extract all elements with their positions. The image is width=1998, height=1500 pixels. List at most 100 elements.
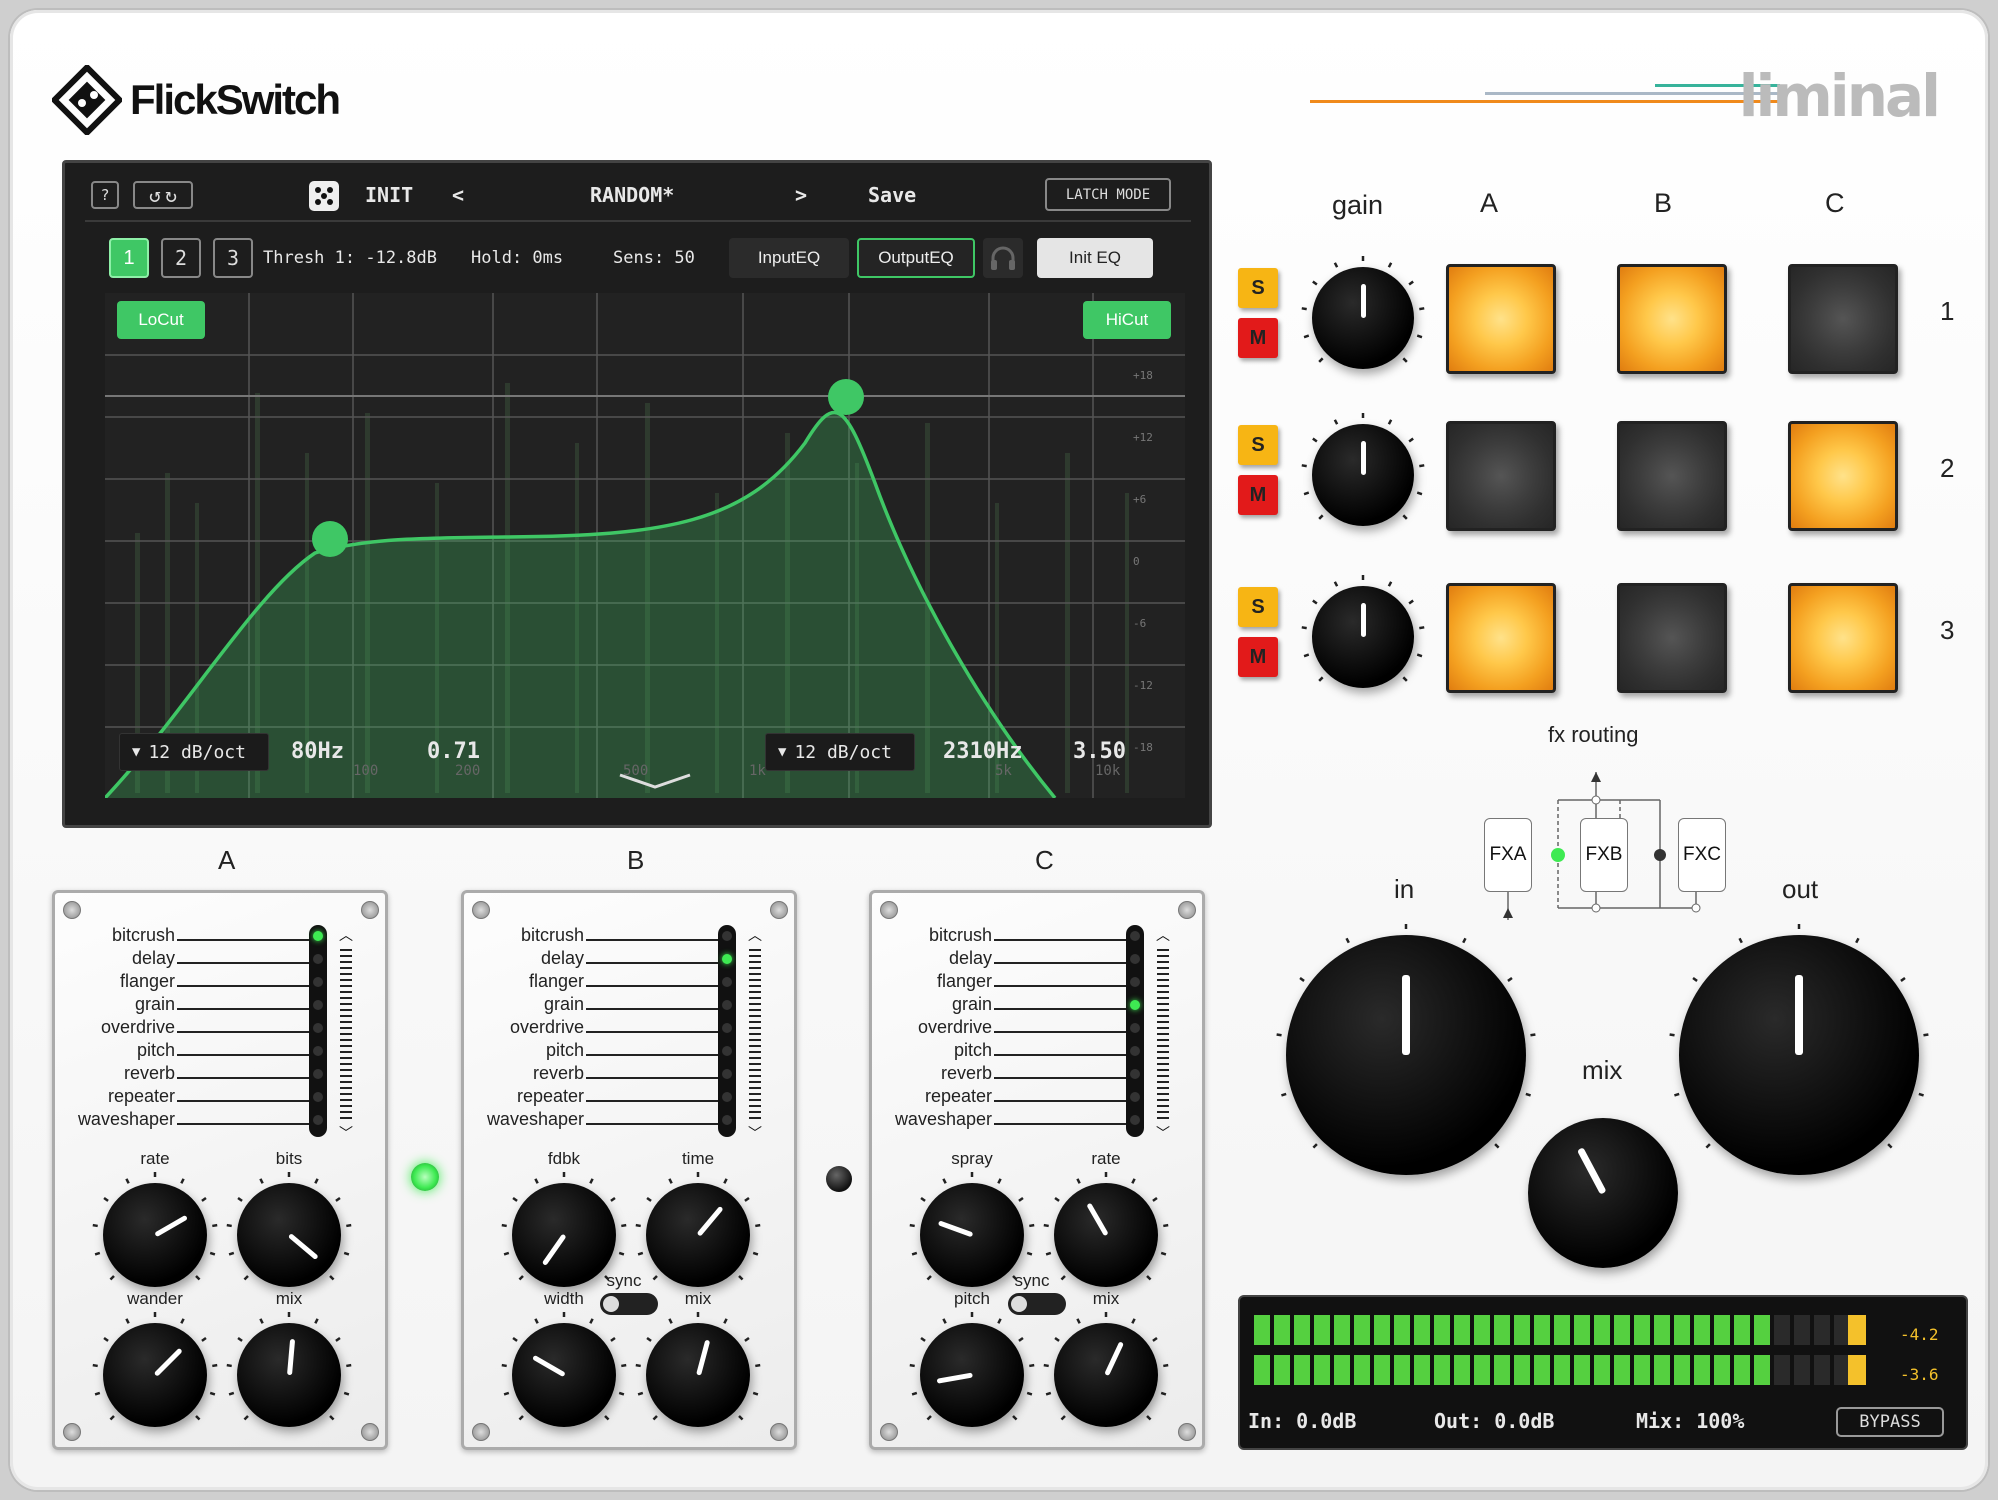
solo-button[interactable]: S (1238, 587, 1278, 627)
latch-mode-button[interactable]: LATCH MODE (1045, 178, 1171, 211)
effect-item[interactable]: pitch (484, 1040, 724, 1063)
fx-param-knob[interactable] (237, 1323, 341, 1427)
effect-led[interactable] (313, 931, 323, 941)
effect-led[interactable] (313, 1023, 323, 1033)
gain-knob[interactable] (1312, 267, 1414, 369)
effect-item[interactable]: repeater (75, 1086, 315, 1109)
routing-node-fxb[interactable]: FXB (1580, 818, 1628, 892)
band-3-button[interactable]: 3 (213, 238, 253, 278)
sync-toggle[interactable] (600, 1293, 658, 1315)
effect-led[interactable] (313, 1000, 323, 1010)
routing-pad[interactable] (1446, 421, 1556, 531)
solo-button[interactable]: S (1238, 268, 1278, 308)
effect-led[interactable] (1130, 1023, 1140, 1033)
preset-init-button[interactable]: INIT (365, 183, 413, 207)
routing-pad[interactable] (1446, 264, 1556, 374)
fx-param-knob[interactable] (646, 1323, 750, 1427)
fx-param-knob[interactable] (103, 1183, 207, 1287)
routing-pad[interactable] (1788, 421, 1898, 531)
effect-item[interactable]: reverb (892, 1063, 1132, 1086)
prev-preset-button[interactable]: < (452, 183, 464, 207)
lo-slope-dropdown[interactable]: ▼ 12 dB/oct (119, 733, 269, 771)
effect-led[interactable] (1130, 1115, 1140, 1125)
effect-item[interactable]: flanger (75, 971, 315, 994)
effect-item[interactable]: delay (892, 948, 1132, 971)
mix-knob[interactable] (1528, 1118, 1678, 1268)
effect-led[interactable] (722, 1092, 732, 1102)
effect-led[interactable] (722, 931, 732, 941)
effect-led[interactable] (1130, 977, 1140, 987)
effect-scrollbar[interactable]: ︿ ﹀ (337, 925, 355, 1141)
band-1-button[interactable]: 1 (109, 238, 149, 278)
effect-led[interactable] (313, 977, 323, 987)
routing-node-fxa[interactable]: FXA (1484, 818, 1532, 892)
effect-scrollbar[interactable]: ︿ ﹀ (746, 925, 764, 1141)
in-knob[interactable] (1286, 935, 1526, 1175)
effect-item[interactable]: reverb (484, 1063, 724, 1086)
effect-item[interactable]: bitcrush (892, 925, 1132, 948)
next-preset-button[interactable]: > (795, 183, 807, 207)
effect-led[interactable] (1130, 954, 1140, 964)
effect-item[interactable]: overdrive (75, 1017, 315, 1040)
locut-button[interactable]: LoCut (117, 301, 205, 339)
effect-led[interactable] (1130, 1046, 1140, 1056)
help-button[interactable]: ? (91, 181, 119, 209)
fx-param-knob[interactable] (237, 1183, 341, 1287)
chain-led-bc[interactable] (826, 1166, 852, 1192)
sync-toggle[interactable] (1008, 1293, 1066, 1315)
effect-item[interactable]: grain (75, 994, 315, 1017)
hicut-button[interactable]: HiCut (1083, 301, 1171, 339)
effect-led[interactable] (722, 1069, 732, 1079)
mute-button[interactable]: M (1238, 318, 1278, 358)
bypass-button[interactable]: BYPASS (1836, 1407, 1944, 1437)
effect-item[interactable]: bitcrush (75, 925, 315, 948)
effect-item[interactable]: repeater (892, 1086, 1132, 1109)
routing-pad[interactable] (1788, 583, 1898, 693)
effect-item[interactable]: bitcrush (484, 925, 724, 948)
headphones-icon[interactable] (983, 238, 1023, 278)
effect-led[interactable] (722, 1046, 732, 1056)
undo-icon[interactable]: ↺ (149, 183, 161, 207)
effect-led[interactable] (1130, 1092, 1140, 1102)
threshold-readout[interactable]: Thresh 1: -12.8dB (263, 248, 437, 268)
lo-freq-value[interactable]: 80Hz (291, 739, 344, 764)
effect-led[interactable] (1130, 1000, 1140, 1010)
mute-button[interactable]: M (1238, 475, 1278, 515)
effect-item[interactable]: pitch (75, 1040, 315, 1063)
effect-led[interactable] (1130, 1069, 1140, 1079)
effect-item[interactable]: repeater (484, 1086, 724, 1109)
effect-led[interactable] (313, 954, 323, 964)
effect-item[interactable]: pitch (892, 1040, 1132, 1063)
redo-icon[interactable]: ↻ (165, 183, 177, 207)
effect-item[interactable]: flanger (484, 971, 724, 994)
effect-item[interactable]: overdrive (484, 1017, 724, 1040)
hi-q-value[interactable]: 3.50 (1073, 739, 1126, 764)
effect-item[interactable]: waveshaper (484, 1109, 724, 1132)
effect-item[interactable]: flanger (892, 971, 1132, 994)
gain-knob[interactable] (1312, 424, 1414, 526)
save-button[interactable]: Save (868, 183, 916, 207)
routing-pad[interactable] (1446, 583, 1556, 693)
effect-item[interactable]: grain (484, 994, 724, 1017)
gain-knob[interactable] (1312, 586, 1414, 688)
mute-button[interactable]: M (1238, 637, 1278, 677)
input-eq-tab[interactable]: InputEQ (729, 238, 849, 278)
effect-item[interactable]: waveshaper (892, 1109, 1132, 1132)
fx-param-knob[interactable] (103, 1323, 207, 1427)
hi-freq-value[interactable]: 2310Hz (943, 739, 1022, 764)
eq-graph[interactable]: +18 +12 +6 0 -6 -12 -18 100 200 500 1k 5k 10k … (105, 293, 1185, 798)
effect-scrollbar[interactable]: ︿ ﹀ (1154, 925, 1172, 1141)
routing-node-fxc[interactable]: FXC (1678, 818, 1726, 892)
effect-item[interactable]: waveshaper (75, 1109, 315, 1132)
effect-led[interactable] (722, 1023, 732, 1033)
effect-led[interactable] (313, 1115, 323, 1125)
effect-led[interactable] (722, 977, 732, 987)
routing-pad[interactable] (1788, 264, 1898, 374)
lo-q-value[interactable]: 0.71 (427, 739, 480, 764)
effect-item[interactable]: overdrive (892, 1017, 1132, 1040)
effect-led[interactable] (1130, 931, 1140, 941)
preset-name[interactable]: RANDOM* (590, 183, 674, 207)
effect-led[interactable] (313, 1092, 323, 1102)
sens-readout[interactable]: Sens: 50 (613, 248, 695, 268)
fx-param-knob[interactable] (512, 1323, 616, 1427)
